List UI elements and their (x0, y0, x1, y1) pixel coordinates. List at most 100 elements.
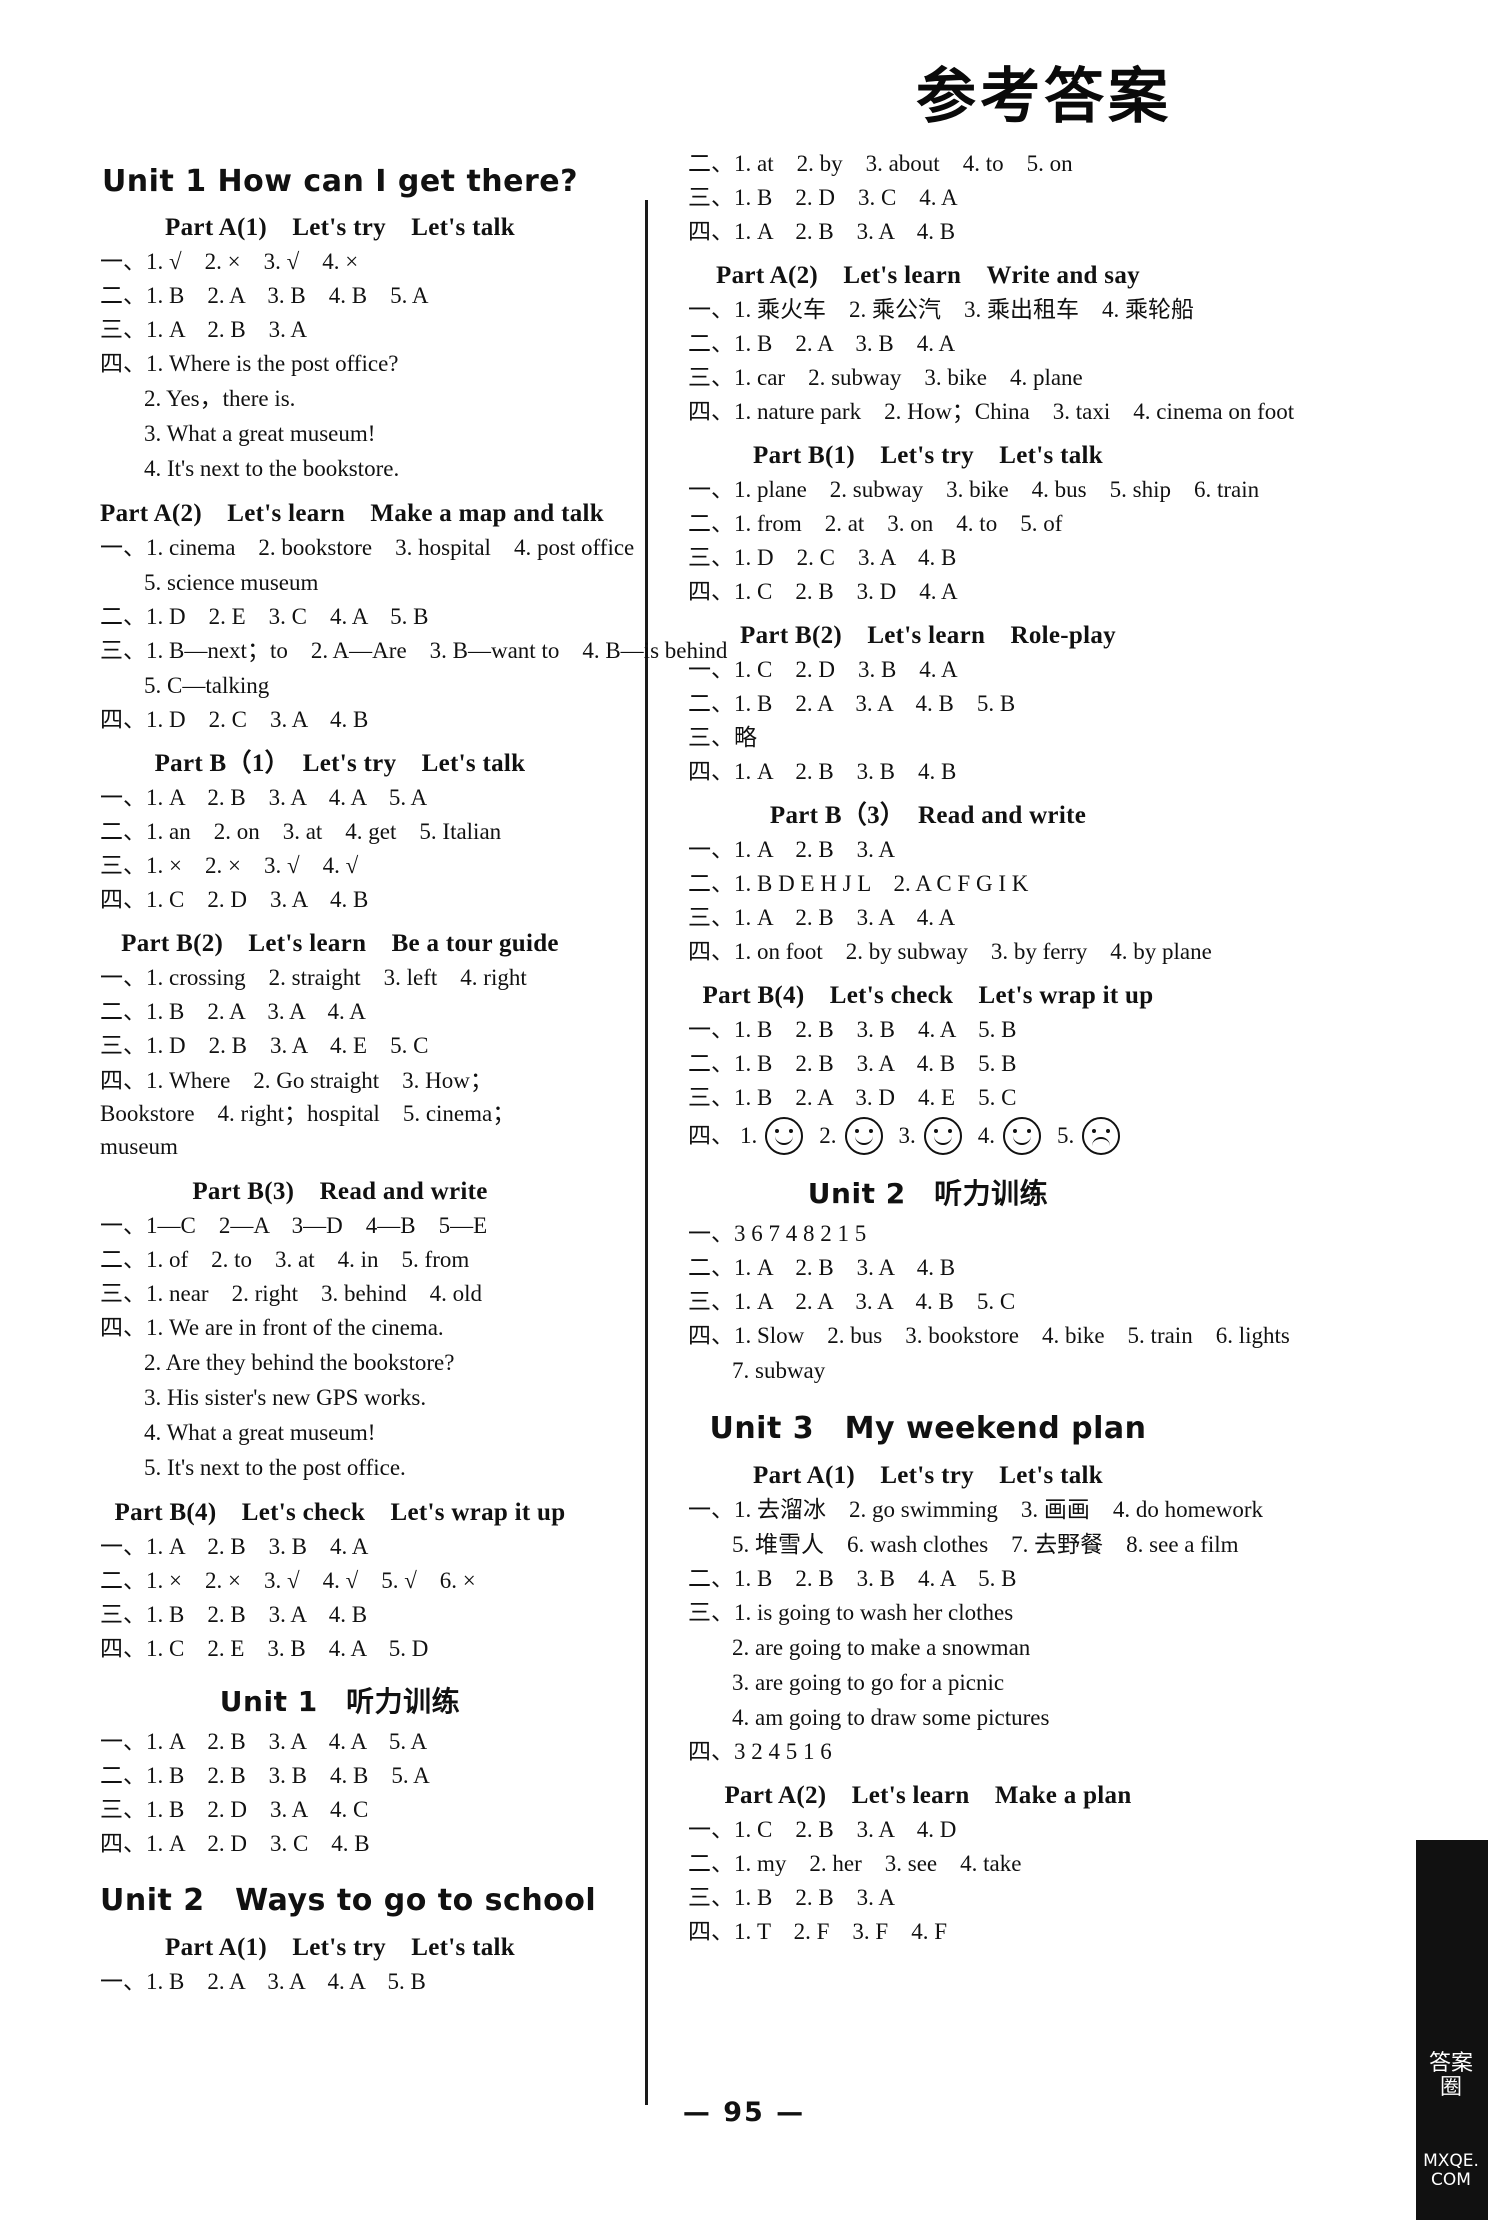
answer-line: 四、1. nature park 2. How；China 3. taxi 4.… (688, 399, 1295, 424)
part-heading: Part A(1) Let's try Let's talk (165, 214, 515, 241)
answer-line: 二、1. B 2. A 3. A 4. B 5. B (688, 691, 1016, 716)
answer-line: 三、1. B 2. B 3. A 4. B (100, 1602, 368, 1627)
answer-line: 二、1. an 2. on 3. at 4. get 5. Italian (100, 819, 502, 844)
answer-subline: 5. It's next to the post office. (144, 1455, 406, 1480)
answer-line: 三、1. B—next；to 2. A—Are 3. B—want to 4. … (100, 638, 728, 663)
answer-subline: 3. are going to go for a picnic (732, 1670, 1005, 1695)
answer-subline: 3. His sister's new GPS works. (144, 1385, 427, 1410)
part-heading: Part A(1) Let's try Let's talk (165, 1934, 515, 1961)
part-heading: Part B(3) Read and write (192, 1178, 488, 1205)
answer-line: 四、3 2 4 5 1 6 (688, 1739, 832, 1764)
part-heading: Part B(4) Let's check Let's wrap it up (114, 1499, 566, 1526)
answer-line: 二、1. of 2. to 3. at 4. in 5. from (100, 1247, 470, 1272)
answer-line: 一、1. B 2. B 3. B 4. A 5. B (688, 1017, 1017, 1042)
answer-line: 一、1. A 2. B 3. A (688, 837, 896, 862)
smiley-face-icon (923, 1117, 962, 1155)
answer-line: 一、1. 乘火车 2. 乘公汽 3. 乘出租车 4. 乘轮船 (688, 297, 1194, 322)
answer-line: 二、1. B 2. A 3. B 4. A (688, 331, 956, 356)
unit-heading: Unit 1 How can I get there? (101, 164, 579, 199)
part-heading: Part B（3） Read and write (769, 802, 1087, 829)
answer-line: 四、1. Slow 2. bus 3. bookstore 4. bike 5.… (688, 1323, 1290, 1348)
answer-line: 三、1. A 2. B 3. A (100, 317, 308, 342)
answer-subline: 2. are going to make a snowman (732, 1635, 1031, 1660)
answer-subline: 3. What a great museum! (144, 421, 376, 446)
answer-line: 一、1. C 2. D 3. B 4. A (688, 657, 958, 682)
answer-line: 三、1. car 2. subway 3. bike 4. plane (688, 365, 1083, 390)
answer-index-label: 四、 (688, 1123, 734, 1148)
smiley-face-icon (765, 1117, 804, 1155)
answer-line: 一、1. A 2. B 3. A 4. A 5. A (100, 1729, 428, 1754)
answer-line: 四、1. on foot 2. by subway 3. by ferry 4.… (688, 939, 1212, 964)
answer-line: 二、1. B 2. A 3. B 4. B 5. A (100, 283, 429, 308)
answer-line: 四、1. A 2. B 3. A 4. B (688, 219, 956, 244)
answer-subline: 4. am going to draw some pictures (732, 1705, 1050, 1730)
unit-heading: Unit 3 My weekend plan (709, 1411, 1147, 1446)
part-heading: Part B(2) Let's learn Be a tour guide (121, 930, 559, 957)
answer-line: 四、1. We are in front of the cinema. (100, 1315, 444, 1340)
answer-line: 一、1. plane 2. subway 3. bike 4. bus 5. s… (688, 477, 1260, 502)
answer-line: 二、1. B 2. A 3. A 4. A (100, 999, 366, 1024)
watermark-cn-label: 答案圈 (1428, 2051, 1473, 2100)
answer-line: 二、1. at 2. by 3. about 4. to 5. on (688, 151, 1073, 176)
answer-subline: 5. 堆雪人 6. wash clothes 7. 去野餐 8. see a f… (732, 1532, 1239, 1557)
emoji-item-number: 3. (898, 1123, 916, 1148)
answer-line: 二、1. B 2. B 3. B 4. A 5. B (688, 1566, 1017, 1591)
answer-line: 一、1. C 2. B 3. A 4. D (688, 1817, 957, 1842)
emoji-item-number: 4. (977, 1123, 995, 1148)
emoji-item-number: 1. (740, 1123, 758, 1148)
answer-line: 一、1. B 2. A 3. A 4. A 5. B (100, 1969, 426, 1994)
answer-line: 三、1. B 2. A 3. D 4. E 5. C (688, 1085, 1017, 1110)
answer-line: 二、1. A 2. B 3. A 4. B (688, 1255, 956, 1280)
answer-line: 一、1. A 2. B 3. B 4. A (100, 1534, 369, 1559)
answer-line: 二、1. B 2. B 3. B 4. B 5. A (100, 1763, 430, 1788)
answer-line: 一、1. crossing 2. straight 3. left 4. rig… (100, 965, 527, 990)
answer-line: 三、1. near 2. right 3. behind 4. old (100, 1281, 483, 1306)
answer-key-page: 参考答案 Unit 1 How can I get there? Part A(1… (0, 0, 1488, 2220)
answer-subline: 2. Are they behind the bookstore? (144, 1350, 455, 1375)
watermark-url-label: MXQE.COM (1423, 2151, 1479, 2190)
part-heading: Part A(2) Let's learn Make a map and tal… (100, 500, 604, 527)
part-heading: Part A(1) Let's try Let's talk (753, 1462, 1103, 1489)
part-heading: Part B（1） Let's try Let's talk (154, 750, 526, 777)
emoji-item-number: 2. (819, 1123, 837, 1148)
unit-heading: Unit 2 Ways to go to school (100, 1883, 597, 1918)
part-heading: Part B(1) Let's try Let's talk (753, 442, 1103, 469)
answer-line: 三、1. A 2. A 3. A 4. B 5. C (688, 1289, 1016, 1314)
unit-heading-listening: Unit 2 听力训练 (807, 1177, 1049, 1210)
answer-line: 四、1. C 2. D 3. A 4. B (100, 887, 369, 912)
answer-line: 二、1. from 2. at 3. on 4. to 5. of (688, 511, 1063, 536)
left-column: Unit 1 How can I get there? Part A(1) Let… (100, 148, 728, 2078)
answer-line: 四、1. A 2. D 3. C 4. B (100, 1831, 370, 1856)
part-heading: Part A(2) Let's learn Write and say (716, 262, 1140, 289)
answer-subline: 4. It's next to the bookstore. (144, 456, 400, 481)
answer-line: 二、1. × 2. × 3. √ 4. √ 5. √ 6. × (100, 1568, 476, 1593)
page-number: — 95 — (682, 2097, 806, 2128)
unit-heading-listening: Unit 1 听力训练 (219, 1685, 461, 1718)
answer-line: 二、1. my 2. her 3. see 4. take (688, 1851, 1022, 1876)
answer-subline: 7. subway (732, 1358, 826, 1383)
part-heading: Part B(2) Let's learn Role-play (740, 622, 1116, 649)
part-heading: Part B(4) Let's check Let's wrap it up (702, 982, 1154, 1009)
answer-line: 三、1. D 2. B 3. A 4. E 5. C (100, 1033, 429, 1058)
answer-line: 三、1. B 2. D 3. C 4. A (688, 185, 958, 210)
answer-subline: 4. What a great museum! (144, 1420, 376, 1445)
answer-line: 二、1. B 2. B 3. A 4. B 5. B (688, 1051, 1017, 1076)
answer-line: 四、1. C 2. B 3. D 4. A (688, 579, 958, 604)
answer-line: 三、1. × 2. × 3. √ 4. √ (100, 853, 359, 878)
sad-face-icon (1082, 1117, 1121, 1155)
answer-line: 四、1. C 2. E 3. B 4. A 5. D (100, 1636, 429, 1661)
emoji-item-number: 5. (1057, 1123, 1075, 1148)
answer-line: 四、1. Where 2. Go straight 3. How；Booksto… (100, 1068, 516, 1159)
answer-line: 一、1—C 2—A 3—D 4—B 5—E (100, 1213, 488, 1238)
answer-line: 三、1. B 2. D 3. A 4. C (100, 1797, 369, 1822)
answer-line: 三、1. is going to wash her clothes (688, 1600, 1014, 1625)
answer-subline: 5. science museum (144, 570, 319, 595)
answer-line-emoji: 四、 1. 2. 3. 4. 5. (688, 1116, 1168, 1156)
page-title: 参考答案 (916, 62, 1172, 132)
answer-line: 二、1. B D E H J L 2. A C F G I K (688, 871, 1029, 896)
answer-line: 四、1. D 2. C 3. A 4. B (100, 707, 369, 732)
answer-line: 三、1. A 2. B 3. A 4. A (688, 905, 956, 930)
answer-line: 四、1. Where is the post office? (100, 351, 399, 376)
answer-line: 四、1. T 2. F 3. F 4. F (688, 1919, 948, 1944)
smiley-face-icon (844, 1117, 883, 1155)
